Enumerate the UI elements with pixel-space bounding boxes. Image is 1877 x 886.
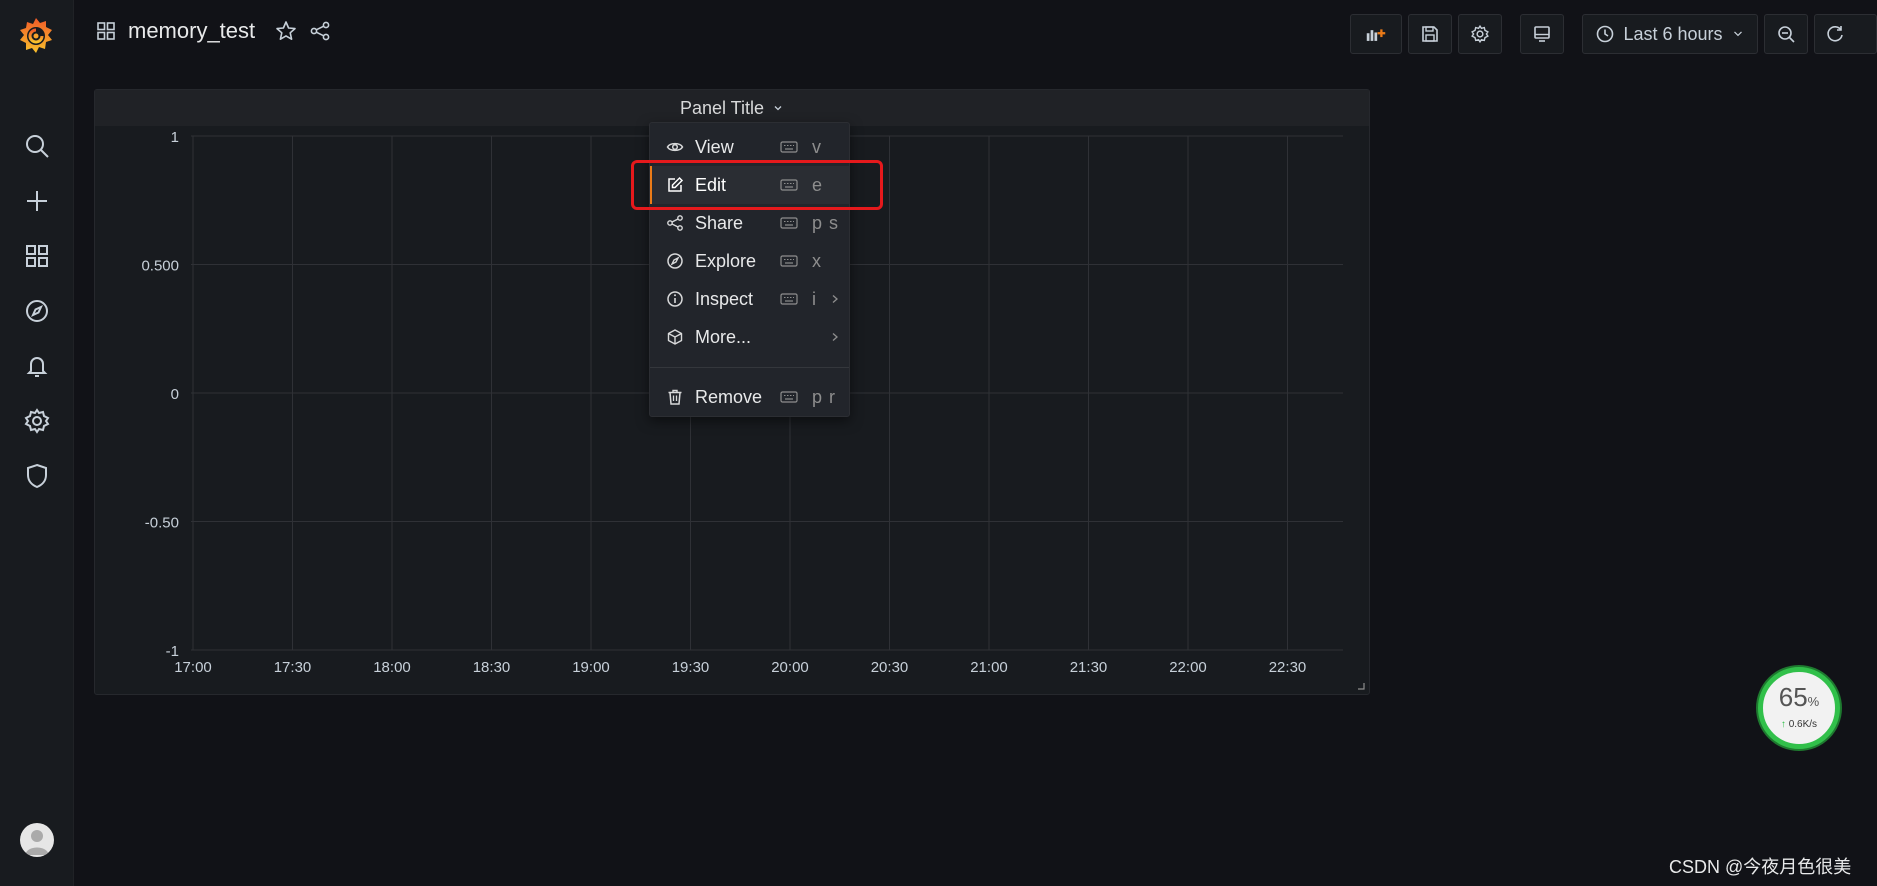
dashboard-grid-icon bbox=[96, 21, 116, 41]
gear-icon bbox=[1471, 24, 1489, 44]
zoom-out-icon bbox=[1778, 26, 1795, 43]
chevron-down-icon bbox=[1733, 31, 1742, 37]
x-tick-label: 20:30 bbox=[871, 659, 909, 676]
menu-item-label: Inspect bbox=[695, 288, 754, 309]
time-range-label: Last 6 hours bbox=[1623, 23, 1723, 44]
star-icon[interactable] bbox=[275, 20, 297, 42]
menu-item-remove[interactable]: Remove p r bbox=[650, 378, 849, 416]
search-icon[interactable] bbox=[17, 126, 57, 166]
grafana-logo-icon[interactable] bbox=[14, 14, 58, 58]
x-tick-label: 17:30 bbox=[274, 659, 312, 676]
y-tick-label: 0.500 bbox=[141, 258, 179, 275]
x-tick-label: 19:30 bbox=[672, 659, 710, 676]
keyboard-icon bbox=[780, 391, 798, 403]
refresh-button[interactable] bbox=[1814, 14, 1877, 54]
x-tick-label: 17:00 bbox=[174, 659, 212, 676]
menu-item-label: Share bbox=[695, 212, 744, 233]
shield-icon[interactable] bbox=[17, 456, 57, 496]
chevron-right-icon bbox=[832, 295, 838, 303]
panel-title[interactable]: Panel Title bbox=[680, 98, 764, 119]
x-tick-label: 21:30 bbox=[1070, 659, 1108, 676]
menu-item-shortcut: p r bbox=[812, 386, 837, 407]
menu-item-label: Explore bbox=[695, 250, 757, 271]
menu-item-label: View bbox=[695, 136, 734, 157]
x-tick-label: 22:00 bbox=[1169, 659, 1207, 676]
dashboard-title[interactable]: memory_test bbox=[128, 18, 255, 44]
menu-item-shortcut: x bbox=[812, 250, 822, 271]
speed-percent-unit: % bbox=[1807, 694, 1820, 709]
info-icon bbox=[667, 291, 683, 307]
cube-icon bbox=[667, 329, 683, 345]
add-panel-icon bbox=[1366, 29, 1386, 41]
panel-header[interactable]: Panel Title bbox=[95, 90, 1369, 126]
menu-item-more[interactable]: More... bbox=[650, 318, 849, 356]
menu-divider bbox=[650, 367, 849, 368]
compass-icon bbox=[667, 253, 683, 269]
menu-item-label: More... bbox=[695, 326, 752, 347]
menu-item-shortcut: p s bbox=[812, 212, 840, 233]
speed-rate: 0.6K/s bbox=[1788, 719, 1818, 730]
plus-icon[interactable] bbox=[17, 181, 57, 221]
zoom-out-button[interactable] bbox=[1764, 14, 1808, 54]
share-icon[interactable] bbox=[309, 20, 331, 42]
watermark-text: CSDN @今夜月色很美 bbox=[1669, 857, 1852, 877]
speed-rate-line: ↑ 0.6K/s bbox=[1763, 719, 1835, 730]
sidebar bbox=[0, 0, 74, 886]
speed-percent: 65 bbox=[1778, 682, 1808, 712]
add-panel-button[interactable] bbox=[1350, 14, 1402, 54]
menu-item-explore[interactable]: Explore x bbox=[650, 242, 849, 280]
chevron-right-icon bbox=[832, 333, 838, 341]
annotation-highlight-box bbox=[631, 160, 883, 210]
arrow-up-icon: ↑ bbox=[1780, 719, 1786, 730]
avatar[interactable] bbox=[20, 823, 54, 857]
menu-item-label: Remove bbox=[695, 386, 763, 407]
save-icon bbox=[1422, 26, 1438, 42]
keyboard-icon bbox=[780, 255, 798, 267]
refresh-icon bbox=[1827, 26, 1843, 42]
keyboard-icon bbox=[780, 141, 798, 153]
speed-percent-line: 65% bbox=[1763, 684, 1835, 715]
keyboard-icon bbox=[780, 217, 798, 229]
x-tick-label: 20:00 bbox=[771, 659, 809, 676]
time-range-picker[interactable]: Last 6 hours bbox=[1582, 14, 1758, 54]
chevron-down-icon[interactable] bbox=[772, 102, 784, 114]
x-tick-label: 22:30 bbox=[1269, 659, 1307, 676]
keyboard-icon bbox=[780, 293, 798, 305]
x-tick-label: 18:00 bbox=[373, 659, 411, 676]
compass-icon[interactable] bbox=[17, 291, 57, 331]
resize-handle-icon[interactable] bbox=[1357, 682, 1365, 690]
x-tick-label: 21:00 bbox=[970, 659, 1008, 676]
y-tick-label: -0.50 bbox=[145, 515, 179, 532]
clock-icon bbox=[1597, 25, 1614, 43]
y-tick-label: -1 bbox=[166, 643, 179, 660]
dashboard-title-area: memory_test bbox=[96, 18, 331, 44]
monitor-icon bbox=[1534, 26, 1550, 42]
x-tick-label: 19:00 bbox=[572, 659, 610, 676]
bell-icon[interactable] bbox=[17, 346, 57, 386]
menu-item-shortcut: i bbox=[812, 288, 817, 309]
x-tick-label: 18:30 bbox=[473, 659, 511, 676]
y-tick-label: 0 bbox=[171, 386, 179, 403]
trash-icon bbox=[668, 389, 682, 405]
save-dashboard-button[interactable] bbox=[1408, 14, 1452, 54]
gear-icon[interactable] bbox=[17, 401, 57, 441]
eye-icon bbox=[666, 142, 684, 152]
share-icon bbox=[667, 215, 683, 231]
dashboard-settings-button[interactable] bbox=[1458, 14, 1502, 54]
top-bar: memory_test Last 6 hours bbox=[74, 0, 1877, 68]
network-speed-widget[interactable]: 65% ↑ 0.6K/s bbox=[1758, 667, 1840, 749]
menu-item-inspect[interactable]: Inspect i bbox=[650, 280, 849, 318]
grafana-app: memory_test Last 6 hours Panel Title 1 0… bbox=[0, 0, 1877, 886]
tv-mode-button[interactable] bbox=[1520, 14, 1564, 54]
menu-item-shortcut: v bbox=[812, 136, 822, 157]
y-tick-label: 1 bbox=[171, 129, 179, 146]
dashboards-icon[interactable] bbox=[17, 236, 57, 276]
